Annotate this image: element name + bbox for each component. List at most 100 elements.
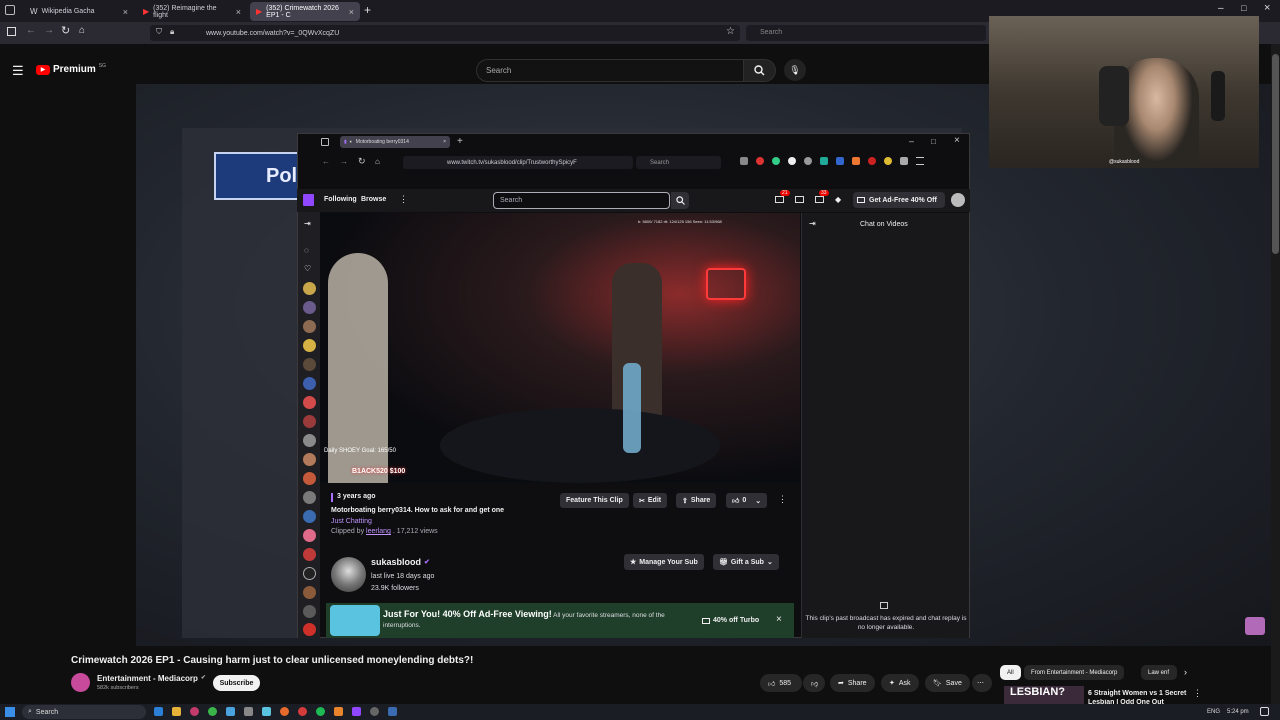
voice-search-button[interactable]: 🎙︎ (784, 59, 806, 81)
sidebar-channel-avatar[interactable] (303, 301, 316, 314)
shield-icon[interactable]: ⛉ (156, 27, 162, 37)
close-icon[interactable]: × (236, 7, 241, 17)
sidebar-channel-avatar[interactable] (303, 548, 316, 561)
close-icon[interactable]: × (443, 139, 446, 145)
like-button[interactable]: 👍︎ 585 (760, 674, 802, 692)
taskbar-app-icon[interactable] (388, 707, 397, 716)
extension-icon-red[interactable] (756, 157, 764, 165)
save-button[interactable]: 🔖︎ Save (925, 674, 970, 692)
minimize-button[interactable]: – (1218, 3, 1224, 14)
turbo-offer-button[interactable]: 40% off Turbo (696, 613, 766, 628)
new-tab-button[interactable]: + (364, 3, 371, 17)
back-button[interactable]: ← (26, 25, 36, 36)
taskbar-app-icon[interactable] (208, 707, 217, 716)
clip-video-player[interactable]: b: 5800/ 7182 rtt: 124/125 156 Seen: 11:… (320, 213, 800, 483)
sidebar-channel-avatar[interactable] (303, 586, 316, 599)
whispers-icon[interactable] (815, 196, 824, 203)
sidebar-channel-avatar[interactable] (303, 491, 316, 504)
tab-list-icon[interactable] (5, 5, 15, 15)
extension-icon-teal[interactable] (820, 157, 828, 165)
close-icon[interactable]: × (123, 7, 128, 17)
recommended-more-icon[interactable]: ⋮ (1193, 688, 1202, 699)
chip-from-channel[interactable]: From Entertainment - Mediacorp (1024, 665, 1125, 680)
heart-icon[interactable]: ◌ (304, 246, 309, 255)
taskbar-app-icon[interactable] (154, 707, 163, 716)
more-options-icon[interactable]: ⋮ (778, 494, 787, 505)
sidebar-channel-avatar[interactable] (303, 567, 316, 580)
tab-wikipedia-gacha[interactable]: W Wikipedia Gacha × (24, 2, 134, 21)
extension-icon-blue[interactable] (836, 157, 844, 165)
tab-crimewatch[interactable]: ▶ (352) Crimewatch 2026 EP1 - C × (250, 2, 360, 21)
get-ad-free-button[interactable]: Get Ad-Free 40% Off (853, 192, 945, 208)
expand-sidebar-icon[interactable]: ⇥ (304, 219, 311, 228)
extension-icon-yellow[interactable] (884, 157, 892, 165)
page-scrollbar[interactable] (1271, 44, 1280, 704)
extensions-icon[interactable] (900, 157, 908, 165)
taskbar-app-icon[interactable] (226, 707, 235, 716)
chevron-right-icon[interactable]: › (1184, 667, 1187, 677)
sidebar-channel-avatar[interactable] (303, 377, 316, 390)
menu-icon[interactable] (916, 157, 924, 165)
close-window-button[interactable]: × (1264, 2, 1270, 14)
inner-address-bar[interactable]: www.twitch.tv/sukasblood/clip/Trustworth… (403, 156, 633, 169)
taskbar-app-icon[interactable] (334, 707, 343, 716)
library-icon[interactable] (740, 157, 748, 165)
sidebar-channel-avatar[interactable] (303, 529, 316, 542)
sidebar-channel-avatar[interactable] (303, 320, 316, 333)
menu-icon[interactable]: ☰ (12, 63, 24, 79)
chip-law-enforcement[interactable]: Law enf (1141, 665, 1177, 680)
extension-icon-white[interactable] (788, 157, 796, 165)
nav-browse[interactable]: Browse (361, 196, 386, 203)
home-button[interactable]: ⌂ (79, 25, 85, 36)
extension-icon-gray[interactable] (804, 157, 812, 165)
maximize-button[interactable]: □ (1241, 3, 1246, 13)
subscribe-button[interactable]: Subscribe (213, 675, 260, 691)
sidebar-toggle-icon[interactable] (7, 27, 16, 36)
inner-close-button[interactable]: × (954, 135, 960, 146)
avatar[interactable] (951, 193, 965, 207)
taskbar-app-icon[interactable] (298, 707, 307, 716)
channel-name[interactable]: sukasblood ✔ (371, 557, 430, 567)
edit-clip-button[interactable]: ✂ Edit (633, 493, 668, 508)
followed-heart-icon[interactable]: ♡ (304, 264, 311, 273)
extension-icon-red2[interactable] (868, 157, 876, 165)
more-icon[interactable]: ⋮ (399, 194, 408, 205)
recommended-title[interactable]: 6 Straight Women vs 1 Secret (1088, 690, 1186, 697)
channel-avatar[interactable] (331, 557, 366, 592)
manage-sub-button[interactable]: ★ Manage Your Sub (624, 554, 704, 570)
inner-extension-icons[interactable] (740, 157, 924, 165)
channel-avatar[interactable] (71, 673, 90, 692)
sidebar-channel-avatar[interactable] (303, 472, 316, 485)
taskbar-app-icon[interactable] (370, 707, 379, 716)
share-clip-button[interactable]: ⇪ Share (676, 493, 717, 508)
twitch-search-button[interactable] (671, 192, 689, 209)
ask-button[interactable]: ✦ Ask (881, 674, 919, 692)
close-icon[interactable]: × (349, 7, 354, 17)
forward-button[interactable]: → (44, 25, 54, 36)
bookmark-star-icon[interactable]: ☆ (726, 26, 735, 37)
sidebar-channel-avatar[interactable] (303, 453, 316, 466)
sidebar-channel-avatar[interactable] (303, 358, 316, 371)
sidebar-channel-avatar[interactable] (303, 510, 316, 523)
extension-icon-green[interactable] (772, 157, 780, 165)
inner-tab-list-icon[interactable] (321, 138, 329, 146)
dislike-button[interactable]: 👎︎ (803, 674, 825, 692)
youtube-search-button[interactable] (744, 59, 776, 82)
clip-category-link[interactable]: Just Chatting (331, 518, 372, 525)
scrollbar-thumb[interactable] (1272, 54, 1279, 254)
sidebar-channel-avatar[interactable] (303, 396, 316, 409)
taskbar-app-icon[interactable] (280, 707, 289, 716)
sidebar-channel-avatar[interactable] (303, 282, 316, 295)
more-actions-button[interactable]: ⋯ (972, 674, 992, 692)
taskbar-app-icon[interactable] (262, 707, 271, 716)
inner-forward-button[interactable]: → (340, 157, 348, 166)
taskbar-app-icon[interactable] (190, 707, 199, 716)
youtube-logo[interactable]: ▶ Premium SG (36, 63, 106, 75)
sidebar-channel-avatar[interactable] (303, 415, 316, 428)
chip-all[interactable]: All (1000, 665, 1021, 680)
twitch-logo-icon[interactable] (303, 194, 314, 206)
browser-search-box[interactable]: Search (746, 25, 986, 41)
taskbar-app-icon[interactable] (172, 707, 181, 716)
taskbar-app-icon[interactable] (352, 707, 361, 716)
lock-icon[interactable]: 🔒︎ (170, 27, 174, 37)
